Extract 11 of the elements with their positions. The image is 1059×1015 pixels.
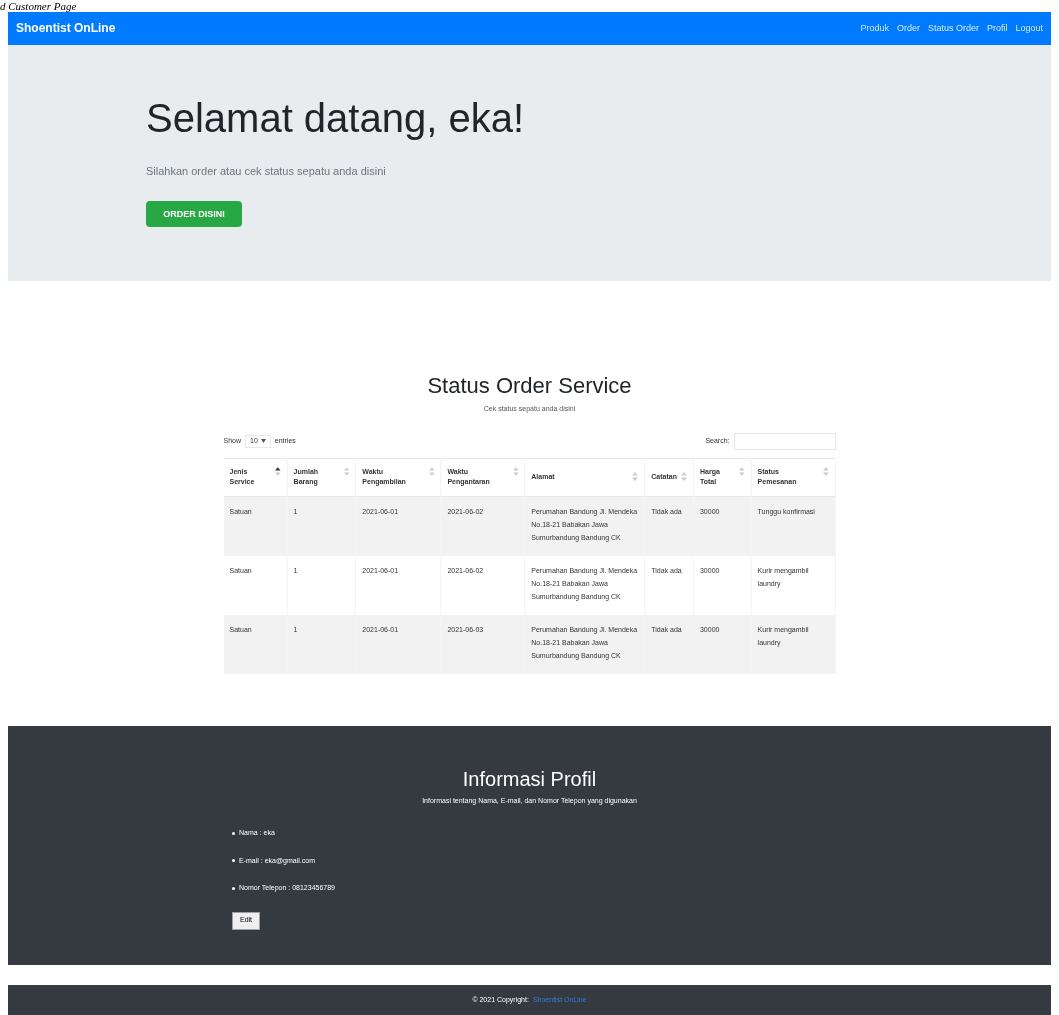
caret-icon [260, 439, 266, 444]
search-field[interactable] [733, 432, 836, 450]
section-title: Status Order Service [427, 372, 632, 401]
bullet-icon [232, 831, 235, 835]
page-caption: d Customer Page [0, 0, 77, 12]
bullet-icon [232, 859, 235, 863]
welcome-text: Silahkan order atau cek status sepatu anda disini [146, 163, 387, 179]
brand-link[interactable]: Shoentist OnLine [16, 19, 116, 38]
profile-title: Informasi Profil [461, 766, 598, 792]
bullet-icon [232, 886, 235, 890]
welcome-title: Selamat datang, eka! [146, 94, 526, 142]
